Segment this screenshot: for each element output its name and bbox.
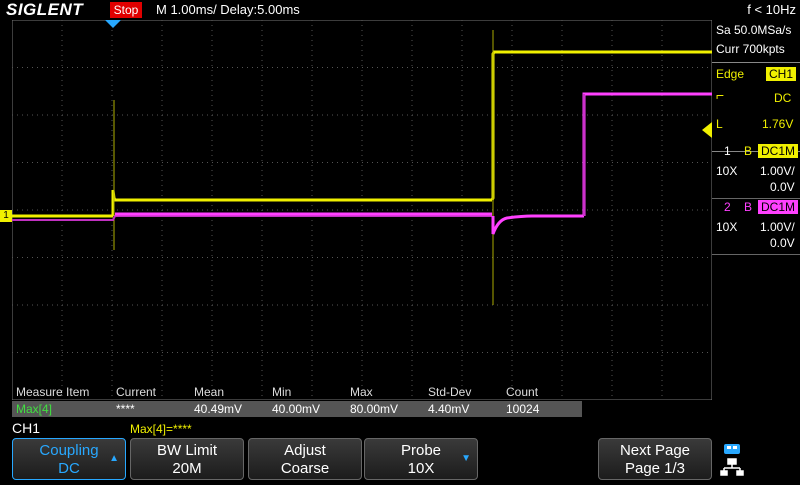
brand-logo: SIGLENT (6, 0, 84, 19)
next-page-label: Next Page (619, 442, 691, 459)
run-stop-badge[interactable]: Stop (110, 2, 142, 18)
meas-stddev: 4.40mV (428, 402, 470, 416)
meas-min: 40.00mV (272, 402, 321, 416)
ch1-bw-indicator: B (744, 144, 753, 158)
page-indicator: Page 1/3 (624, 460, 686, 477)
ch2-probe: 10X (716, 220, 738, 234)
meas-header-max: Max (350, 385, 373, 399)
bw-limit-softkey[interactable]: BW Limit 20M (130, 438, 244, 480)
meas-count: 10024 (506, 402, 540, 416)
meas-mean: 40.49mV (194, 402, 243, 416)
ch2-bw-indicator: B (744, 200, 753, 214)
measurement-row: Max[4] **** 40.49mV 40.00mV 80.00mV 4.40… (12, 401, 582, 417)
trigger-coupling: DC (774, 91, 792, 105)
meas-item: Max[4] (16, 402, 53, 416)
trigger-mode: Edge (716, 67, 745, 81)
ch1-coupling: DC1M (758, 144, 799, 158)
meas-header-mean: Mean (194, 385, 225, 399)
ch1-offset: 0.0V (770, 180, 795, 194)
usb-icon (724, 444, 740, 454)
meas-max: 80.00mV (350, 402, 399, 416)
arrow-down-icon: ▼ (461, 453, 471, 464)
bw-limit-value: 20M (172, 460, 202, 477)
adjust-label: Adjust (284, 442, 326, 459)
ch1-info[interactable]: 1 B DC1M 10X 1.00V/ 0.0V (712, 142, 800, 199)
measurement-table: Measure Item Current Mean Min Max Std-De… (12, 384, 582, 418)
measurement-header-row: Measure Item Current Mean Min Max Std-De… (12, 384, 582, 400)
ch1-ground-marker[interactable]: 1 (0, 210, 12, 222)
rising-edge-icon: ⌐ (716, 87, 725, 103)
meas-header-stddev: Std-Dev (428, 385, 472, 399)
next-page-softkey[interactable]: Next Page Page 1/3 (598, 438, 712, 480)
ch2-coupling: DC1M (758, 200, 799, 214)
adjust-value: Coarse (280, 460, 330, 477)
measurement-note: Max[4]=**** (130, 422, 192, 436)
timebase-readout[interactable]: M 1.00ms/ Delay:5.00ms (156, 0, 300, 20)
meas-header-count: Count (506, 385, 539, 399)
ch2-offset: 0.0V (770, 236, 795, 250)
meas-current: **** (116, 402, 135, 416)
trigger-info[interactable]: Edge CH1 ⌐ DC L 1.76V (712, 62, 800, 152)
probe-softkey[interactable]: Probe 10X ▼ (364, 438, 478, 480)
trigger-frequency: f < 10Hz (747, 2, 796, 17)
active-channel-label: CH1 (12, 420, 41, 436)
memory-depth: Curr 700kpts (716, 42, 785, 56)
meas-header-current: Current (116, 385, 157, 399)
ch2-info[interactable]: 2 B DC1M 10X 1.00V/ 0.0V (712, 198, 800, 255)
bw-limit-label: BW Limit (157, 442, 217, 459)
trigger-level: 1.76V (762, 117, 794, 131)
meas-header-item: Measure Item (16, 385, 90, 399)
ch2-number: 2 (724, 200, 731, 214)
ch2-scale: 1.00V/ (760, 220, 795, 234)
network-icon (720, 458, 744, 476)
coupling-softkey[interactable]: Coupling DC ▲ (12, 438, 126, 480)
arrow-up-icon: ▲ (109, 453, 119, 464)
trigger-level-label: L (716, 117, 723, 131)
ch1-probe: 10X (716, 164, 738, 178)
ch1-number: 1 (724, 144, 731, 158)
sample-rate: Sa 50.0MSa/s (716, 23, 792, 37)
adjust-softkey[interactable]: Adjust Coarse (248, 438, 362, 480)
right-info-panel: Sa 50.0MSa/s Curr 700kpts Edge CH1 ⌐ DC … (712, 20, 800, 436)
waveform-display[interactable] (12, 20, 712, 400)
meas-header-min: Min (272, 385, 292, 399)
connection-status (716, 440, 800, 480)
ch1-scale: 1.00V/ (760, 164, 795, 178)
trigger-source: CH1 (766, 67, 797, 81)
